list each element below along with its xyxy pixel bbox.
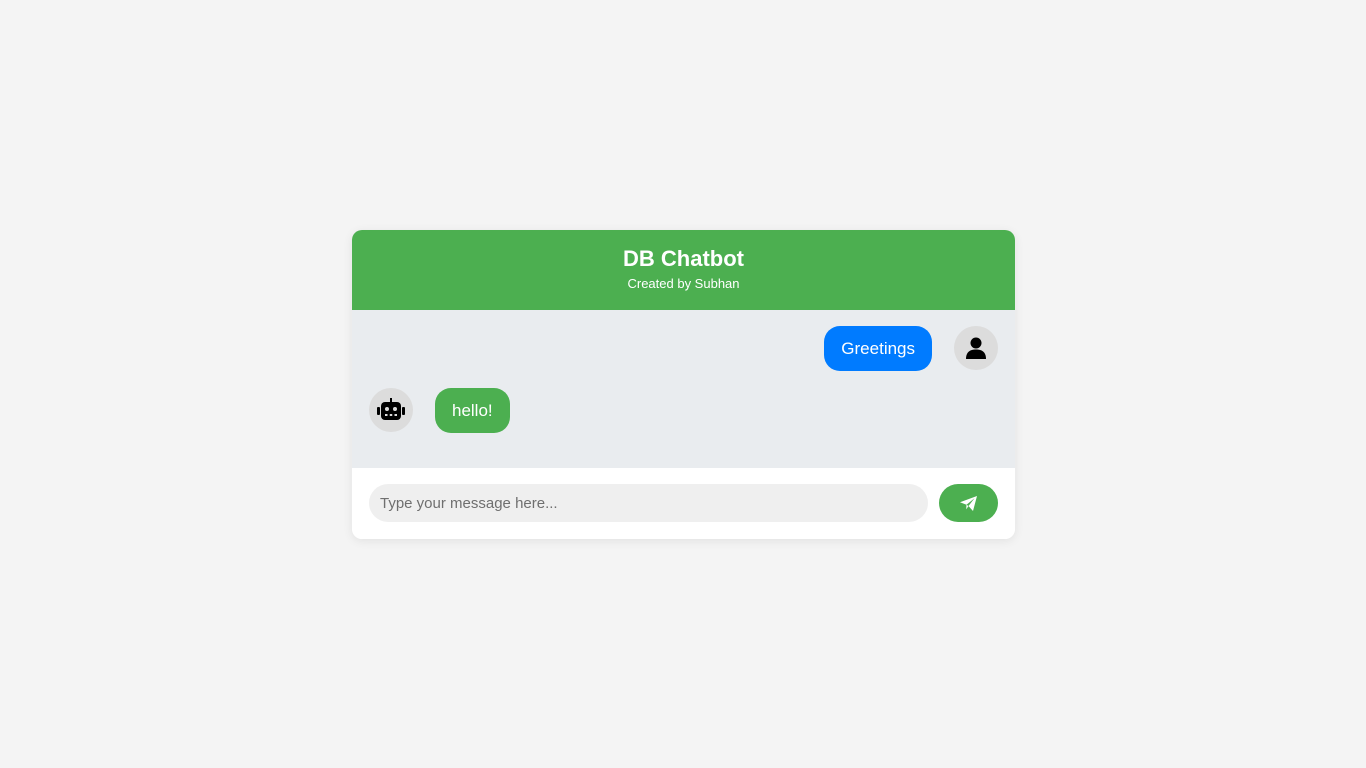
send-button[interactable] xyxy=(939,484,998,522)
robot-icon xyxy=(377,398,405,420)
chat-header: DB Chatbot Created by Subhan xyxy=(352,230,1015,310)
chat-window: DB Chatbot Created by Subhan Greetings h… xyxy=(352,230,1015,539)
bot-message-bubble: hello! xyxy=(435,388,510,433)
message-input[interactable] xyxy=(369,484,928,522)
chat-title: DB Chatbot xyxy=(623,246,744,271)
user-avatar xyxy=(954,326,998,370)
message-list[interactable]: Greetings hello! xyxy=(352,310,1015,468)
chat-input-bar xyxy=(352,468,1015,539)
paper-plane-icon xyxy=(960,495,977,511)
chat-subtitle: Created by Subhan xyxy=(627,276,740,291)
user-message-bubble: Greetings xyxy=(824,326,932,371)
bot-avatar xyxy=(369,388,413,432)
user-icon xyxy=(966,337,986,359)
